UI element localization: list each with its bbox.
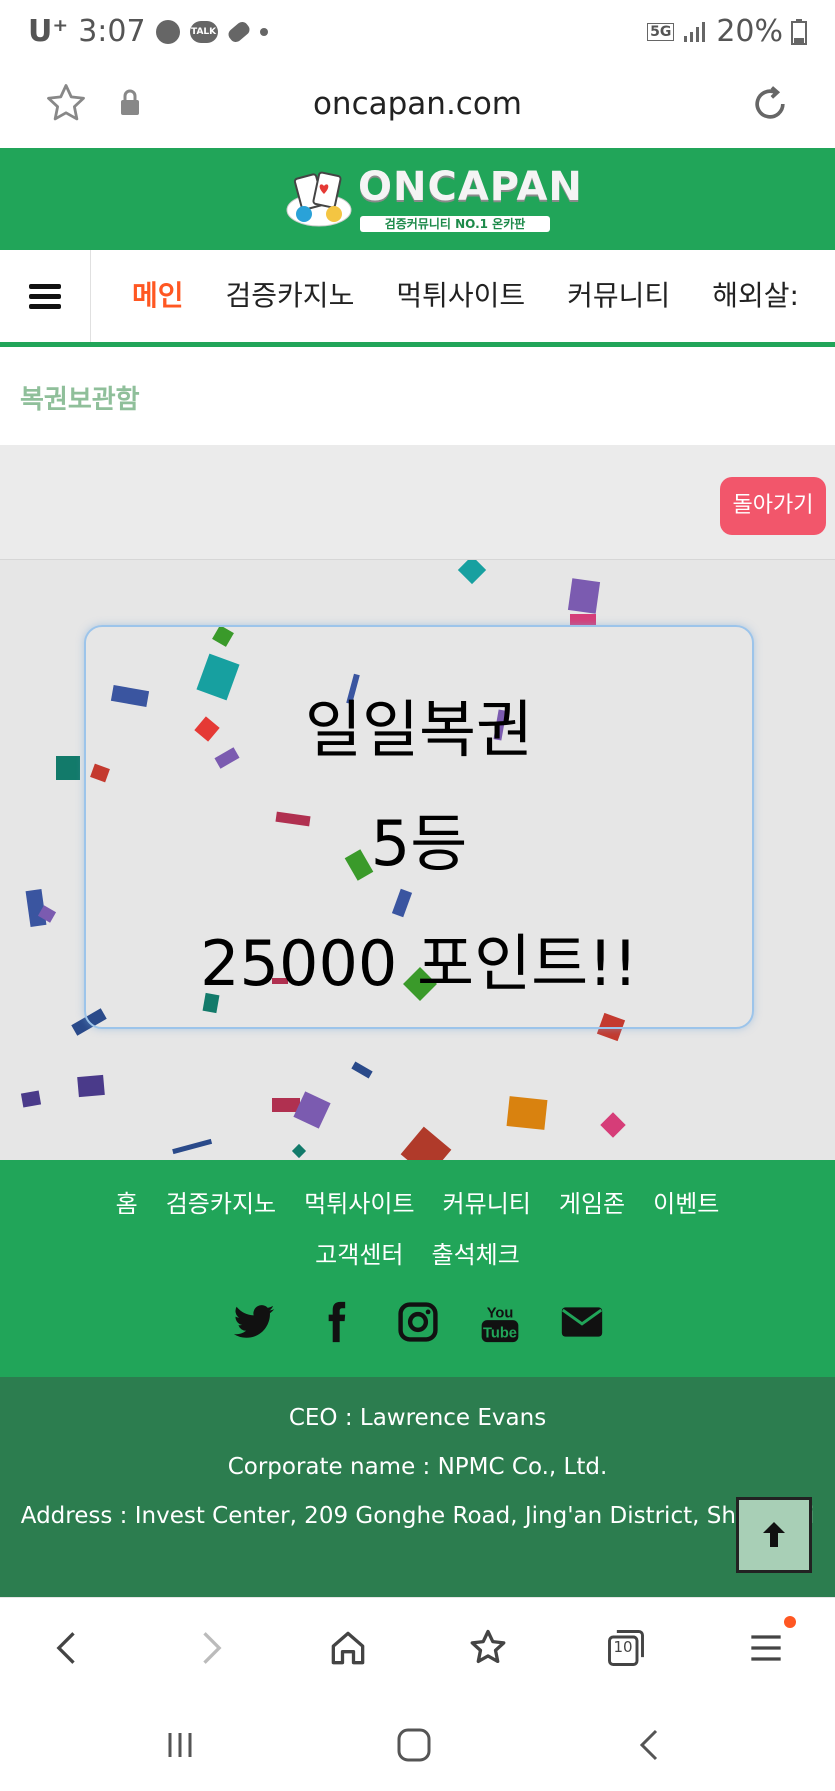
browser-toolbar: 10 [0, 1597, 835, 1698]
tabs-button[interactable]: 10 [604, 1626, 648, 1670]
footer-link-event[interactable]: 이벤트 [653, 1180, 719, 1229]
corporate-name-text: Corporate name : NPMC Co., Ltd. [227, 1454, 608, 1480]
footer-link-verified-casino[interactable]: 검증카지노 [166, 1180, 276, 1229]
svg-text:You: You [486, 1305, 513, 1321]
main-nav: 메인 검증카지노 먹튀사이트 커뮤니티 해외살: [0, 250, 835, 347]
arrow-up-icon [763, 1522, 785, 1547]
notification-icon [155, 19, 180, 44]
status-bar: U⁺ 3:07 TALK 5G 20% [0, 0, 835, 64]
address-text: Address : Invest Center, 209 Gonghe Road… [20, 1503, 815, 1529]
footer-links: 홈 검증카지노 먹튀사이트 커뮤니티 게임존 이벤트고객센터 출석체크 You Tube [0, 1160, 835, 1377]
network-label: 5G [647, 22, 675, 41]
recent-apps-icon[interactable] [160, 1727, 200, 1763]
section-header: 복권보관함 [0, 347, 835, 445]
lottery-rank: 5등 [370, 807, 468, 880]
mail-icon[interactable] [560, 1300, 604, 1344]
battery-icon [791, 18, 807, 45]
bookmarks-icon[interactable] [466, 1626, 510, 1670]
browser-menu-icon[interactable] [744, 1626, 788, 1670]
pill-icon [225, 19, 252, 44]
back-icon[interactable] [46, 1626, 90, 1670]
svg-text:Tube: Tube [483, 1326, 517, 1342]
cards-chips-logo-icon [286, 171, 352, 227]
back-button[interactable]: 돌아가기 [720, 477, 826, 535]
lottery-content: 돌아가기 일일복권 5등 25000 포인트!! [0, 445, 835, 1160]
lottery-result-card: 일일복권 5등 25000 포인트!! [84, 625, 754, 1029]
carrier-label: U⁺ [28, 14, 69, 49]
footer-link-home[interactable]: 홈 [116, 1180, 138, 1229]
reload-icon[interactable] [748, 82, 792, 126]
kakaotalk-icon: TALK [189, 20, 218, 43]
url-text[interactable]: oncapan.com [0, 86, 835, 122]
lottery-result-area: 일일복권 5등 25000 포인트!! [0, 559, 835, 1160]
facebook-icon[interactable] [314, 1300, 358, 1344]
menu-button[interactable] [0, 250, 91, 342]
section-title: 복권보관함 [20, 385, 140, 415]
nav-item-community[interactable]: 커뮤니티 [546, 250, 691, 342]
nav-item-verified-casino[interactable]: 검증카지노 [205, 250, 376, 342]
company-info: CEO : Lawrence Evans Corporate name : NP… [0, 1377, 835, 1597]
home-icon[interactable] [326, 1626, 370, 1670]
footer-link-customer-center[interactable]: 고객센터 [315, 1231, 403, 1280]
nav-items: 메인 검증카지노 먹튀사이트 커뮤니티 해외살: [90, 250, 835, 342]
ceo-text: CEO : Lawrence Evans [288, 1405, 547, 1431]
instagram-icon[interactable] [396, 1300, 440, 1344]
footer-link-attendance[interactable]: 출석체크 [432, 1231, 520, 1280]
back-nav-icon[interactable] [630, 1727, 670, 1763]
nav-item-main[interactable]: 메인 [90, 250, 205, 342]
more-notifications-icon [259, 27, 268, 36]
social-links: You Tube [0, 1300, 835, 1344]
brand-name: ONCAPAN [358, 164, 583, 210]
footer-link-community[interactable]: 커뮤니티 [443, 1180, 531, 1229]
signal-icon [684, 21, 706, 42]
brand-tagline: 검증커뮤니티 NO.1 온카판 [360, 216, 550, 232]
scroll-top-button[interactable] [736, 1497, 812, 1573]
footer-link-game-zone[interactable]: 게임존 [559, 1180, 625, 1229]
nav-item-overseas[interactable]: 해외살: [691, 250, 820, 342]
tab-count: 10 [613, 1638, 633, 1656]
nav-item-scam-sites[interactable]: 먹튀사이트 [375, 250, 546, 342]
footer-link-scam-sites[interactable]: 먹튀사이트 [304, 1180, 414, 1229]
battery-percent: 20% [716, 14, 783, 49]
site-header: ONCAPAN 검증커뮤니티 NO.1 온카판 [0, 148, 835, 250]
lottery-prize: 25000 포인트!! [200, 927, 638, 1000]
hamburger-icon [29, 284, 61, 309]
lottery-name: 일일복권 [304, 693, 534, 766]
forward-icon[interactable] [188, 1626, 232, 1670]
address-bar: oncapan.com [0, 64, 835, 149]
twitter-icon[interactable] [232, 1300, 276, 1344]
menu-notification-dot [784, 1616, 796, 1628]
system-navigation [0, 1697, 835, 1791]
clock: 3:07 [78, 14, 146, 49]
youtube-icon[interactable]: You Tube [478, 1300, 522, 1344]
home-nav-icon[interactable] [394, 1727, 434, 1763]
site-logo[interactable]: ONCAPAN 검증커뮤니티 NO.1 온카판 [282, 164, 582, 232]
